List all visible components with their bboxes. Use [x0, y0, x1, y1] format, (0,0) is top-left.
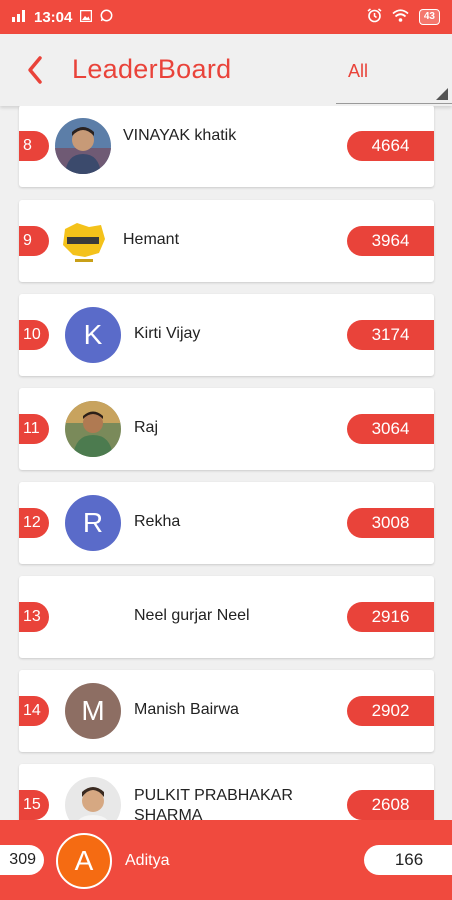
user-photo-avatar — [55, 118, 111, 174]
logo-avatar — [55, 213, 111, 269]
rank-badge: 13 — [19, 602, 49, 632]
current-user-bar: 309 A Aditya 166 — [0, 820, 452, 900]
back-arrow-icon[interactable] — [20, 50, 56, 90]
user-name: Hemant — [123, 231, 180, 248]
rank-badge: 11 — [19, 414, 49, 444]
score-badge: 3964 — [347, 226, 434, 256]
filter-selected-value: All — [348, 61, 369, 81]
rank-badge: 10 — [19, 320, 49, 350]
rank-badge: 14 — [19, 696, 49, 726]
user-name: Neel gurjar Neel — [134, 607, 250, 624]
score-badge: 2902 — [347, 696, 434, 726]
clock-time: 13:04 — [34, 8, 73, 26]
score-badge: 3064 — [347, 414, 434, 444]
rank-badge: 9 — [19, 226, 49, 256]
user-name: Rekha — [134, 513, 181, 530]
leaderboard-row[interactable]: 15 PULKIT PRABHAKAR SHARMA 2608 — [19, 764, 434, 820]
rank-badge: 12 — [19, 508, 49, 538]
battery-indicator: 43 — [418, 9, 440, 25]
leaderboard-list[interactable]: 8 VINAYAK khatik 4664 9 Hemant 3964 10 K… — [0, 106, 452, 820]
signal-icon — [12, 9, 26, 25]
app-bar: LeaderBoard All — [0, 34, 452, 106]
leaderboard-row[interactable]: 13 Neel gurjar Neel 2916 — [19, 576, 434, 658]
score-badge: 2608 — [347, 790, 434, 820]
score-badge: 4664 — [347, 131, 434, 161]
letter-avatar: M — [65, 683, 121, 739]
leaderboard-row[interactable]: 8 VINAYAK khatik 4664 — [19, 106, 434, 187]
user-photo-avatar — [65, 777, 121, 820]
wifi-icon — [392, 9, 409, 25]
current-user-name: Aditya — [125, 852, 170, 869]
score-badge: 3174 — [347, 320, 434, 350]
page-title: LeaderBoard — [72, 54, 232, 84]
user-name: PULKIT PRABHAKAR SHARMA — [134, 787, 293, 820]
leaderboard-row[interactable]: 9 Hemant 3964 — [19, 200, 434, 282]
user-name: VINAYAK khatik — [123, 127, 237, 144]
user-name: Manish Bairwa — [134, 701, 239, 718]
status-bar: 13:04 43 — [0, 0, 452, 34]
leaderboard-row[interactable]: 14 M Manish Bairwa 2902 — [19, 670, 434, 752]
user-name: Raj — [134, 419, 159, 436]
score-badge: 2916 — [347, 602, 434, 632]
leaderboard-row[interactable]: 12 R Rekha 3008 — [19, 482, 434, 564]
current-user-rank: 309 — [0, 845, 44, 875]
current-user-avatar: A — [56, 833, 112, 889]
current-user-score: 166 — [364, 845, 452, 875]
rank-badge: 15 — [19, 790, 49, 820]
dropdown-arrow-icon — [436, 88, 448, 100]
leaderboard-row[interactable]: 11 Raj 3064 — [19, 388, 434, 470]
user-name: Kirti Vijay — [134, 325, 201, 342]
alarm-icon — [367, 8, 382, 26]
whatsapp-icon — [100, 9, 113, 25]
filter-dropdown[interactable]: All — [336, 46, 452, 104]
score-badge: 3008 — [347, 508, 434, 538]
letter-avatar: R — [65, 495, 121, 551]
rank-badge: 8 — [19, 131, 49, 161]
leaderboard-row[interactable]: 10 K Kirti Vijay 3174 — [19, 294, 434, 376]
user-photo-avatar — [65, 401, 121, 457]
photo-icon — [80, 9, 93, 25]
letter-avatar: K — [65, 307, 121, 363]
